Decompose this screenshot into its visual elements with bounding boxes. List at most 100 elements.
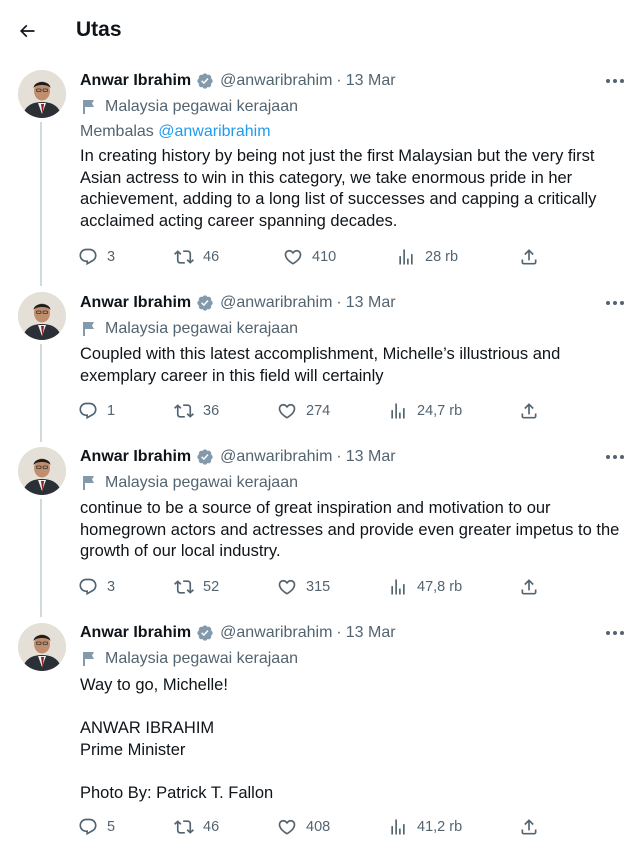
author-name[interactable]: Anwar Ibrahim: [80, 624, 191, 642]
tweet-header: Anwar Ibrahim @anwaribrahim · 13 Mar: [80, 70, 396, 92]
separator-dot: ·: [336, 294, 342, 311]
like-button[interactable]: 410: [283, 246, 336, 268]
tweet-text-line: continue to be a source of great inspira…: [80, 499, 620, 560]
author-handle[interactable]: @anwaribrahim: [220, 624, 332, 642]
more-options-button[interactable]: [602, 71, 628, 91]
retweet-button[interactable]: 36: [174, 400, 219, 422]
tweet-text-line: [80, 697, 632, 719]
like-button[interactable]: 315: [277, 576, 330, 598]
views-button[interactable]: 24,7 rb: [388, 400, 462, 422]
author-handle[interactable]: @anwaribrahim: [220, 448, 332, 466]
share-button[interactable]: [519, 400, 539, 422]
retweet-button[interactable]: 46: [174, 246, 219, 268]
views-icon: [388, 401, 408, 421]
affiliation-label[interactable]: Malaysia pegawai kerajaan: [82, 97, 298, 117]
like-count: 274: [306, 403, 331, 419]
avatar[interactable]: [18, 623, 66, 671]
share-icon: [519, 817, 539, 837]
avatar[interactable]: [18, 447, 66, 495]
retweet-count: 52: [203, 579, 220, 595]
reply-icon: [78, 817, 98, 837]
tweet-actions: 5 46 408 41,2 rb: [78, 816, 548, 838]
affiliation-label[interactable]: Malaysia pegawai kerajaan: [82, 649, 298, 669]
more-options-button[interactable]: [602, 447, 628, 467]
replying-to: Membalas @anwaribrahim: [80, 123, 271, 141]
tweet-actions: 3 46 410 28 rb: [78, 246, 548, 268]
views-button[interactable]: 28 rb: [396, 246, 458, 268]
tweet-text-line: Coupled with this latest accomplishment,…: [80, 345, 561, 385]
affiliation-label[interactable]: Malaysia pegawai kerajaan: [82, 319, 298, 339]
retweet-count: 36: [203, 403, 220, 419]
reply-button[interactable]: 1: [78, 400, 115, 422]
replying-to-handle-link[interactable]: @anwaribrahim: [158, 123, 270, 140]
verified-badge-icon: [196, 448, 214, 466]
affiliation-text: Malaysia pegawai kerajaan: [105, 474, 298, 491]
views-count: 24,7 rb: [417, 403, 463, 419]
top-bar: Utas: [0, 0, 640, 62]
tweet[interactable]: Anwar Ibrahim @anwaribrahim · 13 Mar Mal…: [0, 438, 640, 614]
like-button[interactable]: 408: [277, 816, 330, 838]
retweet-icon: [174, 247, 194, 267]
reply-button[interactable]: 3: [78, 246, 115, 268]
more-horizontal-icon: [606, 79, 624, 83]
tweet-text: In creating history by being not just th…: [80, 146, 632, 232]
tweet-text-line: Photo By: Patrick T. Fallon: [80, 783, 274, 802]
tweet-text: Coupled with this latest accomplishment,…: [80, 344, 632, 387]
reply-count: 3: [107, 579, 116, 595]
reply-count: 1: [107, 403, 116, 419]
tweet[interactable]: Anwar Ibrahim @anwaribrahim · 13 Mar Mal…: [0, 284, 640, 438]
replying-to-prefix: Membalas: [80, 123, 154, 140]
views-icon: [388, 577, 408, 597]
tweet-date[interactable]: 13 Mar: [346, 294, 396, 312]
tweet-header: Anwar Ibrahim @anwaribrahim · 13 Mar: [80, 446, 396, 468]
retweet-button[interactable]: 46: [174, 816, 219, 838]
author-handle[interactable]: @anwaribrahim: [220, 72, 332, 90]
author-name[interactable]: Anwar Ibrahim: [80, 448, 191, 466]
share-button[interactable]: [519, 246, 539, 268]
views-icon: [396, 247, 416, 267]
tweet-text-line: ANWAR IBRAHIM: [80, 719, 215, 737]
share-icon: [519, 401, 539, 421]
more-options-button[interactable]: [602, 293, 628, 313]
like-button[interactable]: 274: [277, 400, 330, 422]
verified-badge-icon: [196, 624, 214, 642]
like-count: 408: [306, 819, 331, 835]
government-flag-icon: [82, 99, 96, 115]
retweet-icon: [174, 817, 194, 837]
affiliation-label[interactable]: Malaysia pegawai kerajaan: [82, 473, 298, 493]
author-name[interactable]: Anwar Ibrahim: [80, 294, 191, 312]
more-options-button[interactable]: [602, 623, 628, 643]
retweet-button[interactable]: 52: [174, 576, 219, 598]
share-button[interactable]: [519, 816, 539, 838]
tweet-date[interactable]: 13 Mar: [346, 72, 396, 90]
verified-badge-icon: [196, 72, 214, 90]
government-flag-icon: [82, 475, 96, 491]
government-flag-icon: [82, 651, 96, 667]
page-title: Utas: [76, 18, 122, 41]
views-button[interactable]: 41,2 rb: [388, 816, 462, 838]
views-button[interactable]: 47,8 rb: [388, 576, 462, 598]
separator-dot: ·: [336, 72, 342, 89]
reply-icon: [78, 247, 98, 267]
share-button[interactable]: [519, 576, 539, 598]
tweet[interactable]: Anwar Ibrahim @anwaribrahim · 13 Mar Mal…: [0, 614, 640, 853]
retweet-count: 46: [203, 249, 220, 265]
views-icon: [388, 817, 408, 837]
author-name[interactable]: Anwar Ibrahim: [80, 72, 191, 90]
tweet-date[interactable]: 13 Mar: [346, 448, 396, 466]
avatar[interactable]: [18, 292, 66, 340]
government-flag-icon: [82, 321, 96, 337]
tweet-text: continue to be a source of great inspira…: [80, 498, 632, 563]
affiliation-text: Malaysia pegawai kerajaan: [105, 650, 298, 667]
tweet-date[interactable]: 13 Mar: [346, 624, 396, 642]
tweet-text-line: Prime Minister: [80, 740, 186, 759]
retweet-icon: [174, 401, 194, 421]
reply-button[interactable]: 3: [78, 576, 115, 598]
back-button[interactable]: [10, 14, 44, 48]
tweet[interactable]: Anwar Ibrahim @anwaribrahim · 13 Mar Mal…: [0, 62, 640, 284]
tweet-actions: 3 52 315 47,8 rb: [78, 576, 548, 598]
author-handle[interactable]: @anwaribrahim: [220, 294, 332, 312]
heart-icon: [277, 817, 297, 837]
reply-button[interactable]: 5: [78, 816, 115, 838]
avatar[interactable]: [18, 70, 66, 118]
